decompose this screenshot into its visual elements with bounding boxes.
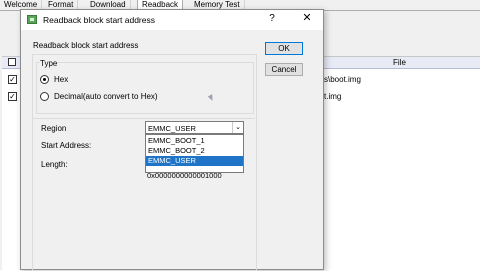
region-label: Region — [41, 124, 67, 133]
region-option-emmc-user[interactable]: EMMC_USER — [146, 156, 243, 166]
radio-hex-label: Hex — [54, 75, 69, 84]
dialog-titlebar[interactable]: Readback block start address ? ✕ — [21, 10, 323, 30]
file-column-header[interactable]: File — [393, 58, 406, 67]
dialog-title: Readback block start address — [43, 15, 155, 25]
ok-button[interactable]: OK — [265, 42, 303, 55]
help-icon[interactable]: ? — [267, 14, 277, 24]
length-label: Length: — [41, 160, 68, 169]
close-icon[interactable]: ✕ — [301, 13, 313, 24]
region-option-emmc-boot-1[interactable]: EMMC_BOOT_1 — [146, 136, 243, 146]
region-select[interactable]: EMMC_USER ⌄ — [145, 121, 244, 134]
radio-decimal-button[interactable] — [40, 92, 49, 101]
dialog-subtitle: Readback block start address — [33, 41, 139, 50]
region-dropdown-list[interactable]: EMMC_BOOT_1 EMMC_BOOT_2 EMMC_USER — [145, 134, 244, 173]
header-checkbox[interactable] — [8, 58, 16, 66]
readback-start-address-dialog: Readback block start address ? ✕ Readbac… — [20, 9, 324, 271]
row-file-path: t.img — [324, 92, 342, 101]
row-checkbox[interactable]: ✓ — [8, 92, 17, 101]
radio-decimal-label: Decimal(auto convert to Hex) — [54, 92, 158, 101]
type-group-label: Type — [40, 59, 58, 68]
row-file-path: s\boot.img — [324, 75, 361, 84]
start-address-label: Start Address: — [41, 141, 92, 150]
app-icon — [27, 15, 37, 24]
chevron-down-icon[interactable]: ⌄ — [232, 122, 243, 133]
row-checkbox[interactable]: ✓ — [8, 75, 17, 84]
divider — [33, 118, 255, 119]
type-groupbox — [36, 62, 254, 114]
region-select-value: EMMC_USER — [148, 124, 196, 133]
cancel-button[interactable]: Cancel — [265, 63, 303, 76]
region-option-emmc-boot-2[interactable]: EMMC_BOOT_2 — [146, 146, 243, 156]
radio-hex-button[interactable] — [40, 75, 49, 84]
